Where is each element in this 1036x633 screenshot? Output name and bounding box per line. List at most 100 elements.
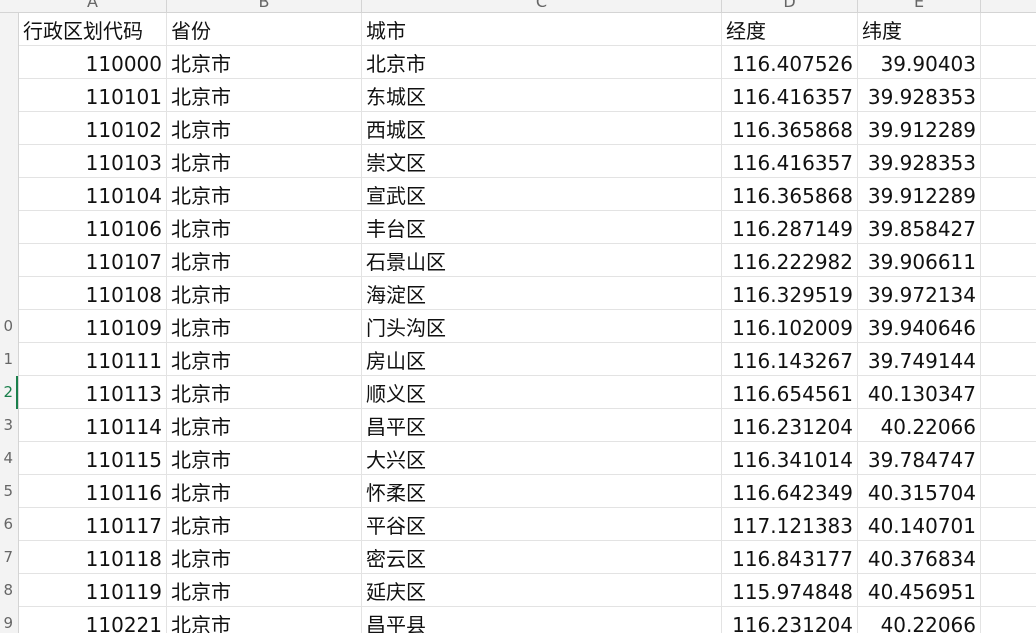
longitude-cell[interactable]: 116.341014	[722, 442, 858, 474]
code-cell[interactable]: 110106	[19, 211, 167, 243]
empty-cell[interactable]	[981, 541, 1036, 573]
longitude-cell[interactable]: 116.222982	[722, 244, 858, 276]
empty-cell[interactable]	[981, 145, 1036, 177]
empty-cell[interactable]	[981, 442, 1036, 474]
empty-cell[interactable]	[981, 277, 1036, 309]
code-cell[interactable]: 110102	[19, 112, 167, 144]
row-number[interactable]	[0, 211, 13, 244]
province-cell[interactable]: 北京市	[167, 376, 362, 408]
city-cell[interactable]: 海淀区	[362, 277, 722, 309]
province-cell[interactable]: 北京市	[167, 178, 362, 210]
row-number[interactable]: 7	[0, 541, 13, 574]
code-cell[interactable]: 110109	[19, 310, 167, 342]
province-cell[interactable]: 北京市	[167, 541, 362, 573]
header-cell-longitude[interactable]: 经度	[722, 13, 858, 45]
province-cell[interactable]: 北京市	[167, 508, 362, 540]
row-number[interactable]	[0, 178, 13, 211]
code-cell[interactable]: 110117	[19, 508, 167, 540]
longitude-cell[interactable]: 116.143267	[722, 343, 858, 375]
city-cell[interactable]: 西城区	[362, 112, 722, 144]
empty-cell[interactable]	[981, 409, 1036, 441]
longitude-cell[interactable]: 116.365868	[722, 178, 858, 210]
empty-cell[interactable]	[981, 112, 1036, 144]
latitude-cell[interactable]: 39.928353	[858, 79, 981, 111]
header-cell-code[interactable]: 行政区划代码	[19, 13, 167, 45]
province-cell[interactable]: 北京市	[167, 442, 362, 474]
empty-cell[interactable]	[981, 475, 1036, 507]
empty-cell[interactable]	[981, 211, 1036, 243]
city-cell[interactable]: 门头沟区	[362, 310, 722, 342]
longitude-cell[interactable]: 116.365868	[722, 112, 858, 144]
header-cell-city[interactable]: 城市	[362, 13, 722, 45]
longitude-cell[interactable]: 116.102009	[722, 310, 858, 342]
province-cell[interactable]: 北京市	[167, 409, 362, 441]
row-number[interactable]: 8	[0, 574, 13, 607]
province-cell[interactable]: 北京市	[167, 211, 362, 243]
empty-cell[interactable]	[981, 13, 1036, 45]
province-cell[interactable]: 北京市	[167, 574, 362, 606]
city-cell[interactable]: 丰台区	[362, 211, 722, 243]
province-cell[interactable]: 北京市	[167, 46, 362, 78]
province-cell[interactable]: 北京市	[167, 79, 362, 111]
city-cell[interactable]: 大兴区	[362, 442, 722, 474]
row-number[interactable]: 3	[0, 409, 13, 442]
code-cell[interactable]: 110114	[19, 409, 167, 441]
empty-cell[interactable]	[981, 574, 1036, 606]
city-cell[interactable]: 怀柔区	[362, 475, 722, 507]
city-cell[interactable]: 延庆区	[362, 574, 722, 606]
latitude-cell[interactable]: 40.22066	[858, 409, 981, 441]
column-header-e[interactable]: E	[858, 0, 981, 12]
code-cell[interactable]: 110115	[19, 442, 167, 474]
empty-cell[interactable]	[981, 244, 1036, 276]
row-number[interactable]: 1	[0, 343, 13, 376]
empty-cell[interactable]	[981, 310, 1036, 342]
row-number[interactable]: 5	[0, 475, 13, 508]
province-cell[interactable]: 北京市	[167, 310, 362, 342]
empty-cell[interactable]	[981, 508, 1036, 540]
city-cell[interactable]: 昌平区	[362, 409, 722, 441]
code-cell[interactable]: 110118	[19, 541, 167, 573]
code-cell[interactable]: 110221	[19, 607, 167, 633]
city-cell[interactable]: 东城区	[362, 79, 722, 111]
latitude-cell[interactable]: 40.456951	[858, 574, 981, 606]
city-cell[interactable]: 崇文区	[362, 145, 722, 177]
row-number[interactable]: 9	[0, 607, 13, 633]
empty-cell[interactable]	[981, 178, 1036, 210]
latitude-cell[interactable]: 39.90403	[858, 46, 981, 78]
longitude-cell[interactable]: 116.231204	[722, 409, 858, 441]
column-header-a[interactable]: A	[19, 0, 167, 12]
province-cell[interactable]: 北京市	[167, 343, 362, 375]
empty-cell[interactable]	[981, 376, 1036, 408]
longitude-cell[interactable]: 116.231204	[722, 607, 858, 633]
city-cell[interactable]: 北京市	[362, 46, 722, 78]
longitude-cell[interactable]: 116.416357	[722, 145, 858, 177]
latitude-cell[interactable]: 39.928353	[858, 145, 981, 177]
city-cell[interactable]: 密云区	[362, 541, 722, 573]
longitude-cell[interactable]: 116.416357	[722, 79, 858, 111]
row-number[interactable]	[0, 244, 13, 277]
province-cell[interactable]: 北京市	[167, 145, 362, 177]
code-cell[interactable]: 110113	[19, 376, 167, 408]
empty-cell[interactable]	[981, 46, 1036, 78]
column-header-d[interactable]: D	[722, 0, 858, 12]
column-header-b[interactable]: B	[167, 0, 362, 12]
code-cell[interactable]: 110107	[19, 244, 167, 276]
province-cell[interactable]: 北京市	[167, 277, 362, 309]
longitude-cell[interactable]: 116.654561	[722, 376, 858, 408]
city-cell[interactable]: 石景山区	[362, 244, 722, 276]
code-cell[interactable]: 110119	[19, 574, 167, 606]
row-number[interactable]	[0, 277, 13, 310]
latitude-cell[interactable]: 39.940646	[858, 310, 981, 342]
row-number[interactable]: 4	[0, 442, 13, 475]
latitude-cell[interactable]: 40.315704	[858, 475, 981, 507]
latitude-cell[interactable]: 39.858427	[858, 211, 981, 243]
latitude-cell[interactable]: 40.376834	[858, 541, 981, 573]
province-cell[interactable]: 北京市	[167, 244, 362, 276]
latitude-cell[interactable]: 39.906611	[858, 244, 981, 276]
longitude-cell[interactable]: 116.642349	[722, 475, 858, 507]
code-cell[interactable]: 110101	[19, 79, 167, 111]
province-cell[interactable]: 北京市	[167, 112, 362, 144]
row-number[interactable]: 0	[0, 310, 13, 343]
latitude-cell[interactable]: 39.749144	[858, 343, 981, 375]
latitude-cell[interactable]: 39.912289	[858, 112, 981, 144]
